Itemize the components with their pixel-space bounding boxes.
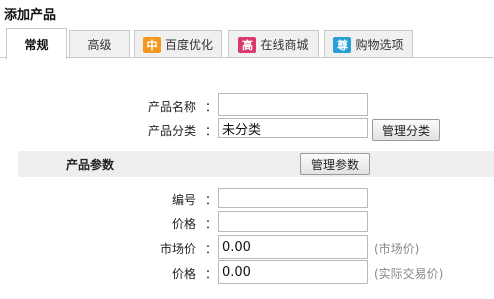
tab-baidu-seo-badge: 中: [142, 36, 161, 53]
product-category-field[interactable]: 未分类: [218, 118, 368, 138]
tab-general[interactable]: 常规: [6, 28, 67, 59]
tab-online-store[interactable]: 高 在线商城: [228, 30, 319, 58]
tab-baidu-seo-label: 百度优化: [164, 38, 213, 52]
price-label: 价格: [171, 217, 196, 231]
manage-params-button[interactable]: 管理参数: [300, 153, 370, 175]
code-input[interactable]: [218, 188, 368, 208]
product-name-label: 产品名称: [147, 100, 196, 114]
product-name-input[interactable]: [218, 93, 368, 116]
actual-price-input[interactable]: 0.00: [218, 260, 368, 284]
product-params-section: 产品参数: [18, 151, 494, 177]
market-price-input[interactable]: 0.00: [218, 235, 368, 259]
product-name-colon: ：: [205, 100, 218, 114]
tab-online-store-label: 在线商城: [260, 38, 309, 52]
tab-shopping-options-label: 购物选项: [355, 38, 404, 52]
price-colon: ：: [205, 217, 218, 231]
actual-price-colon: ：: [205, 267, 218, 281]
product-category-colon: ：: [205, 124, 218, 138]
manage-category-button[interactable]: 管理分类: [372, 119, 440, 141]
product-category-label: 产品分类: [147, 124, 196, 138]
market-price-label: 市场价: [159, 242, 196, 256]
tab-baidu-seo[interactable]: 中 百度优化: [134, 30, 222, 58]
code-colon: ：: [205, 193, 218, 207]
actual-price-label: 价格: [171, 267, 196, 281]
tab-shopping-options[interactable]: 尊 购物选项: [324, 30, 413, 58]
tab-bar-divider: [0, 57, 494, 58]
product-params-title: 产品参数: [66, 158, 115, 172]
tab-online-store-badge: 高: [238, 36, 257, 53]
page-title: 添加产品: [4, 8, 57, 23]
code-label: 编号: [171, 193, 196, 207]
actual-price-hint: (实际交易价): [374, 267, 444, 281]
price-input[interactable]: [218, 211, 368, 232]
tab-advanced-label: 高级: [87, 38, 112, 52]
tab-advanced[interactable]: 高级: [69, 30, 130, 58]
tab-shopping-options-badge: 尊: [333, 36, 352, 53]
market-price-colon: ：: [205, 242, 218, 256]
market-price-hint: (市场价): [374, 242, 420, 256]
tab-general-label: 常规: [24, 37, 49, 52]
tab-bar: 常规 高级 中 百度优化 高 在线商城 尊 购物选项: [0, 28, 494, 59]
